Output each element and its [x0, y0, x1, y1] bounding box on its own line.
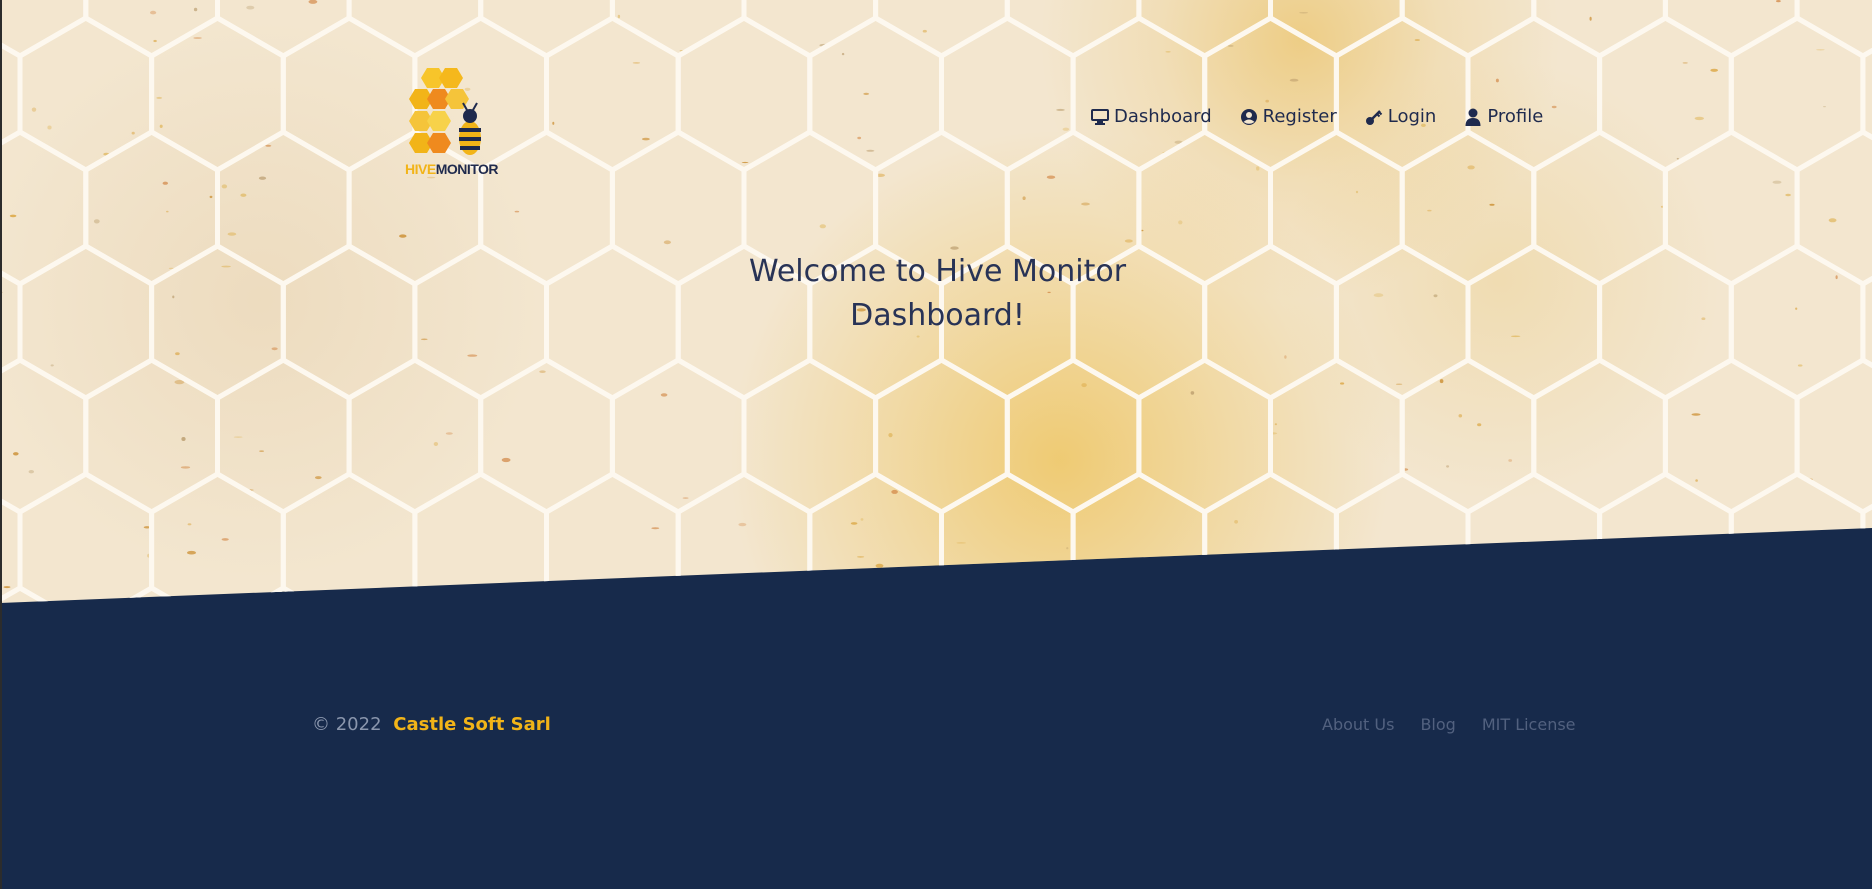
hero-section: HIVEMONITOR Dashboard Register Login Pro…: [0, 0, 1872, 603]
welcome-line-2: Dashboard!: [850, 298, 1025, 333]
footer-copyright: © 2022 Castle Soft Sarl: [312, 714, 551, 735]
nav-profile-label: Profile: [1487, 106, 1544, 127]
top-navigation: Dashboard Register Login Profile: [1090, 106, 1570, 127]
hive-monitor-logo[interactable]: HIVEMONITOR: [405, 66, 505, 184]
user-circle-icon: [1239, 107, 1259, 127]
company-link[interactable]: Castle Soft Sarl: [393, 714, 551, 735]
nav-register-label: Register: [1262, 106, 1337, 127]
window-left-edge: [0, 0, 2, 889]
copyright-year: © 2022: [312, 714, 382, 735]
footer-link-blog[interactable]: Blog: [1420, 715, 1455, 734]
nav-register[interactable]: Register: [1239, 106, 1337, 127]
footer-link-mit-license[interactable]: MIT License: [1482, 715, 1576, 734]
logo-word-hive: HIVE: [405, 161, 436, 177]
welcome-line-1: Welcome to Hive Monitor: [748, 254, 1127, 289]
welcome-heading: Welcome to Hive Monitor Dashboard!: [700, 250, 1175, 338]
key-icon: [1364, 107, 1384, 127]
logo-honeycomb-bee-icon: [409, 68, 481, 155]
nav-dashboard-label: Dashboard: [1114, 106, 1212, 127]
footer-link-about-us[interactable]: About Us: [1322, 715, 1394, 734]
user-icon: [1463, 107, 1483, 127]
nav-login-label: Login: [1387, 106, 1437, 127]
footer-links: About Us Blog MIT License: [1322, 715, 1602, 734]
nav-login[interactable]: Login: [1364, 106, 1437, 127]
logo-word-monitor: MONITOR: [435, 161, 499, 177]
page: HIVEMONITOR Dashboard Register Login Pro…: [0, 0, 1872, 889]
logo-wordmark: HIVEMONITOR: [405, 161, 505, 177]
monitor-icon: [1090, 107, 1110, 127]
nav-profile[interactable]: Profile: [1463, 106, 1543, 127]
nav-dashboard[interactable]: Dashboard: [1090, 106, 1212, 127]
